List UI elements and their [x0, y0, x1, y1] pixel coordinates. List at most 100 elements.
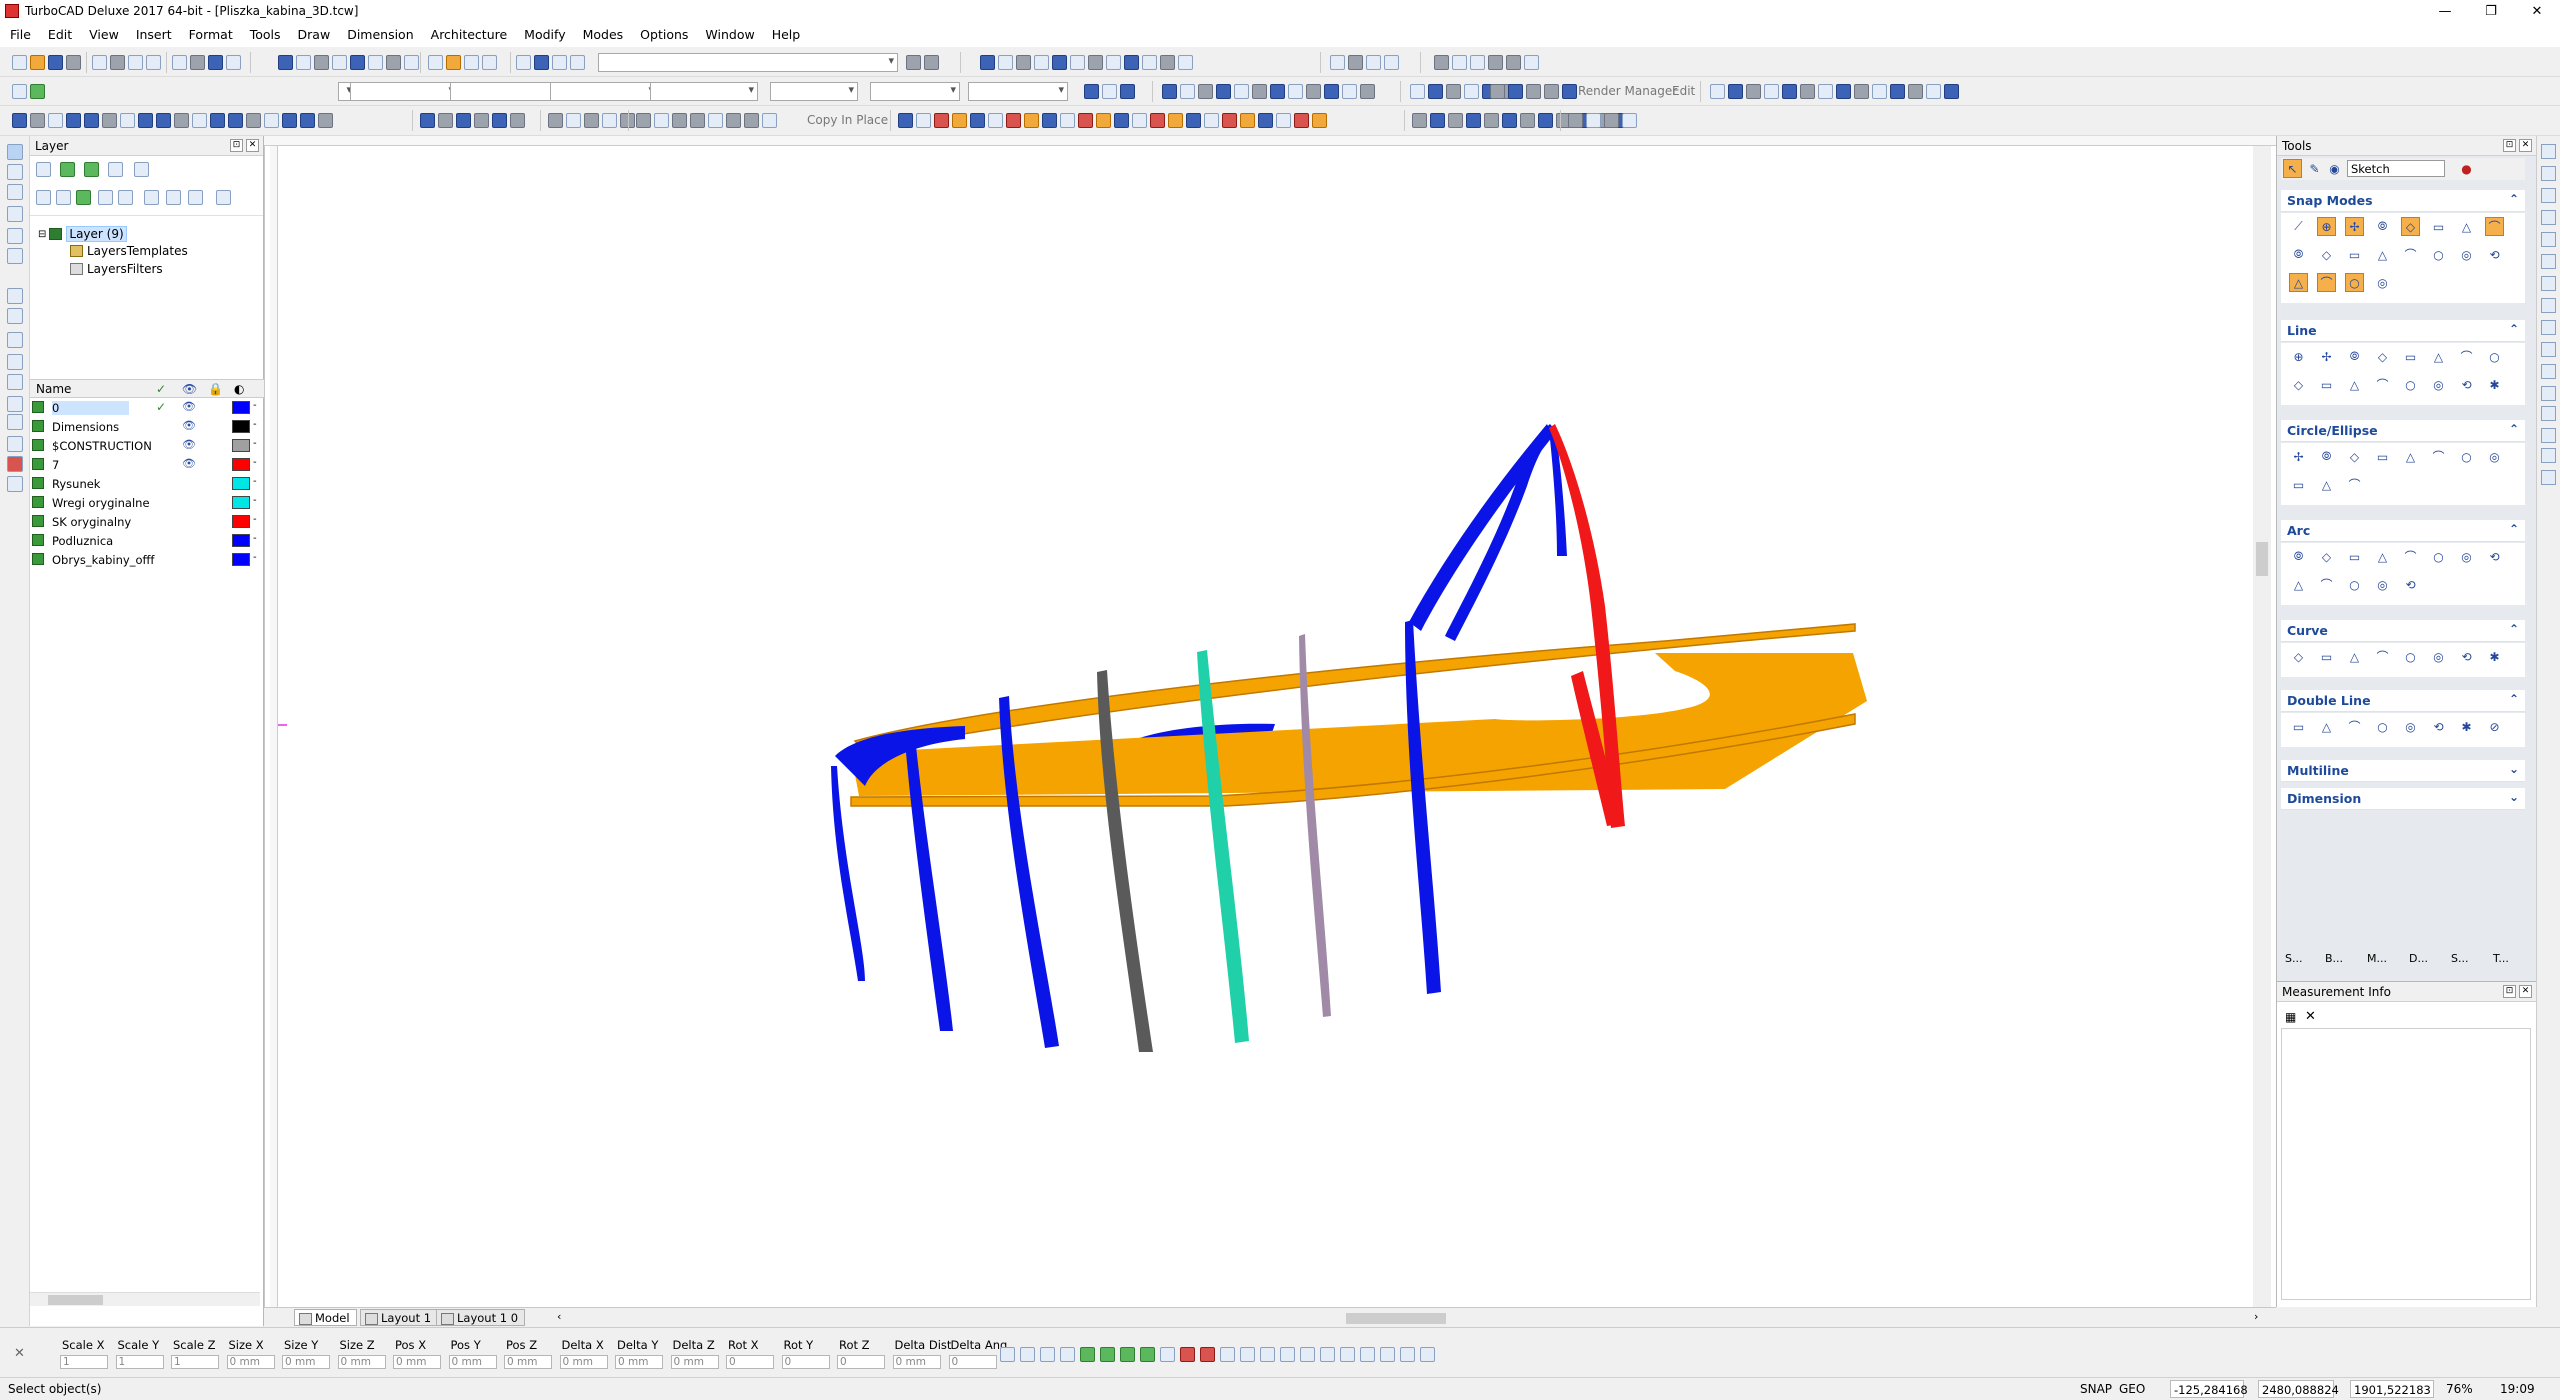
collapse-icon[interactable]: ⌃: [2509, 192, 2519, 206]
toolbar-icon[interactable]: [1412, 113, 1427, 128]
layer-tool-icon[interactable]: [98, 190, 113, 205]
toolbar-icon[interactable]: [952, 113, 967, 128]
toolbar-icon[interactable]: [246, 113, 261, 128]
bottom-tab-2[interactable]: B...: [2325, 952, 2343, 965]
canvas-vertical-scrollbar[interactable]: [2253, 146, 2271, 1307]
layer-visible-icon[interactable]: 👁: [182, 438, 196, 451]
field-input-scale-y[interactable]: 1: [115, 1355, 164, 1369]
toolbar-icon[interactable]: [146, 55, 161, 70]
toolbar-icon[interactable]: [1506, 55, 1521, 70]
right-tool-icon[interactable]: [2541, 406, 2556, 421]
field-input-pos-x[interactable]: 0 mm: [393, 1355, 441, 1369]
toolbar-icon[interactable]: [1252, 84, 1267, 99]
tool-icon[interactable]: ▭: [2401, 347, 2420, 366]
render-manager-label[interactable]: Render Manager: [1578, 84, 1677, 98]
toolbar-icon[interactable]: [1538, 113, 1553, 128]
tool-icon[interactable]: ◎: [2457, 547, 2476, 566]
toolbar-icon[interactable]: [988, 113, 1003, 128]
menu-help[interactable]: Help: [772, 27, 801, 42]
toolbar-icon[interactable]: [1430, 113, 1445, 128]
bottom-tab-6[interactable]: T...: [2493, 952, 2509, 965]
bottom-tab-5[interactable]: S...: [2451, 952, 2468, 965]
draw-tool-icon[interactable]: ✎: [2305, 159, 2324, 178]
tool-icon[interactable]: ◇: [2401, 217, 2420, 236]
tool-icon[interactable]: △: [2289, 575, 2308, 594]
column-lock-icon[interactable]: 🔒: [208, 382, 223, 396]
toolbar-icon[interactable]: [1526, 84, 1541, 99]
field-input-size-x[interactable]: 0 mm: [226, 1355, 275, 1369]
tools-pin-icon[interactable]: ⊡: [2503, 139, 2516, 152]
tool-icon[interactable]: ⌒: [2401, 547, 2420, 566]
toolbar-icon[interactable]: [654, 113, 669, 128]
toolbar-icon[interactable]: [474, 113, 489, 128]
layer-row[interactable]: Podluznica -: [30, 531, 264, 550]
tool-icon[interactable]: ⟲: [2401, 575, 2420, 594]
scroll-right-icon[interactable]: ›: [2254, 1310, 2258, 1323]
toolbar-icon[interactable]: [12, 84, 27, 99]
field-input-scale-z[interactable]: 1: [171, 1355, 219, 1369]
layer-linestyle[interactable]: -: [253, 476, 257, 487]
collapse-icon[interactable]: ⌃: [2509, 622, 2519, 636]
menu-modes[interactable]: Modes: [583, 27, 624, 42]
layer-visible-icon[interactable]: 👁: [182, 400, 196, 413]
toolbar-icon[interactable]: [1324, 84, 1339, 99]
tool-icon[interactable]: ▭: [2317, 647, 2336, 666]
toolbar-icon[interactable]: [1872, 84, 1887, 99]
tool-icon[interactable]: ⌒: [2345, 717, 2364, 736]
tool-icon[interactable]: △: [2345, 647, 2364, 666]
layer-tool-icon[interactable]: [134, 162, 149, 177]
inspector-tool-icon[interactable]: [1200, 1347, 1215, 1362]
tool-icon[interactable]: ◇: [2373, 347, 2392, 366]
tool-icon[interactable]: △: [2317, 717, 2336, 736]
right-tool-icon[interactable]: [2541, 188, 2556, 203]
toolbar-icon[interactable]: [1006, 113, 1021, 128]
toolbar-icon[interactable]: [1042, 113, 1057, 128]
column-name[interactable]: Name: [36, 382, 71, 396]
toolbar-icon[interactable]: [156, 113, 171, 128]
tool-icon[interactable]: ✢: [2317, 347, 2336, 366]
tool-icon[interactable]: ▭: [2289, 717, 2308, 736]
tool-icon[interactable]: ◎: [2373, 273, 2392, 292]
tool-icon[interactable]: ○: [2429, 547, 2448, 566]
toolbar-icon[interactable]: [350, 55, 365, 70]
toolbar-icon[interactable]: [102, 113, 117, 128]
tool-icon[interactable]: ⟲: [2457, 647, 2476, 666]
field-input-size-z[interactable]: 0 mm: [337, 1355, 386, 1369]
toolbar-icon[interactable]: [552, 55, 567, 70]
toolbar-icon[interactable]: [172, 55, 187, 70]
inspector-close-icon[interactable]: ✕: [14, 1346, 25, 1361]
toolbar-icon[interactable]: [1198, 84, 1213, 99]
layer-color-swatch[interactable]: [232, 534, 250, 547]
toolbar-icon[interactable]: [744, 113, 759, 128]
toolbar-icon[interactable]: [1490, 84, 1505, 99]
toolbar-icon[interactable]: [1520, 113, 1535, 128]
toolbar-icon[interactable]: [1088, 55, 1103, 70]
toolbar-icon[interactable]: [584, 113, 599, 128]
toolbar-icon[interactable]: [1926, 84, 1941, 99]
tool-icon[interactable]: △: [2345, 375, 2364, 394]
right-tool-icon[interactable]: [2541, 386, 2556, 401]
toolbar-icon[interactable]: [916, 113, 931, 128]
inspector-tool-icon[interactable]: [1300, 1347, 1315, 1362]
collapse-icon[interactable]: ⌃: [2509, 322, 2519, 336]
field-input-scale-x[interactable]: 1: [60, 1355, 108, 1369]
layer-color-swatch[interactable]: [232, 515, 250, 528]
toolbar-combo[interactable]: [550, 82, 658, 101]
section-double-line[interactable]: Double Line ⌃: [2281, 690, 2525, 712]
toolbar-combo[interactable]: [598, 53, 898, 72]
toolbar-icon[interactable]: [1234, 84, 1249, 99]
left-tool-icon[interactable]: [7, 456, 23, 472]
toolbar-icon[interactable]: [1312, 113, 1327, 128]
left-tool-icon[interactable]: [7, 436, 23, 452]
tool-icon[interactable]: ◎: [2373, 575, 2392, 594]
toolbar-icon[interactable]: [998, 55, 1013, 70]
tool-icon[interactable]: ◇: [2345, 447, 2364, 466]
toolbar-icon[interactable]: [120, 113, 135, 128]
toolbar-icon[interactable]: [1508, 84, 1523, 99]
toolbar-icon[interactable]: [1016, 55, 1031, 70]
toolbar-icon[interactable]: [1360, 84, 1375, 99]
tool-icon[interactable]: △: [2289, 273, 2308, 292]
tool-icon[interactable]: ▭: [2373, 447, 2392, 466]
close-button[interactable]: ✕: [2514, 0, 2560, 22]
drawing-canvas[interactable]: [264, 136, 2276, 1307]
